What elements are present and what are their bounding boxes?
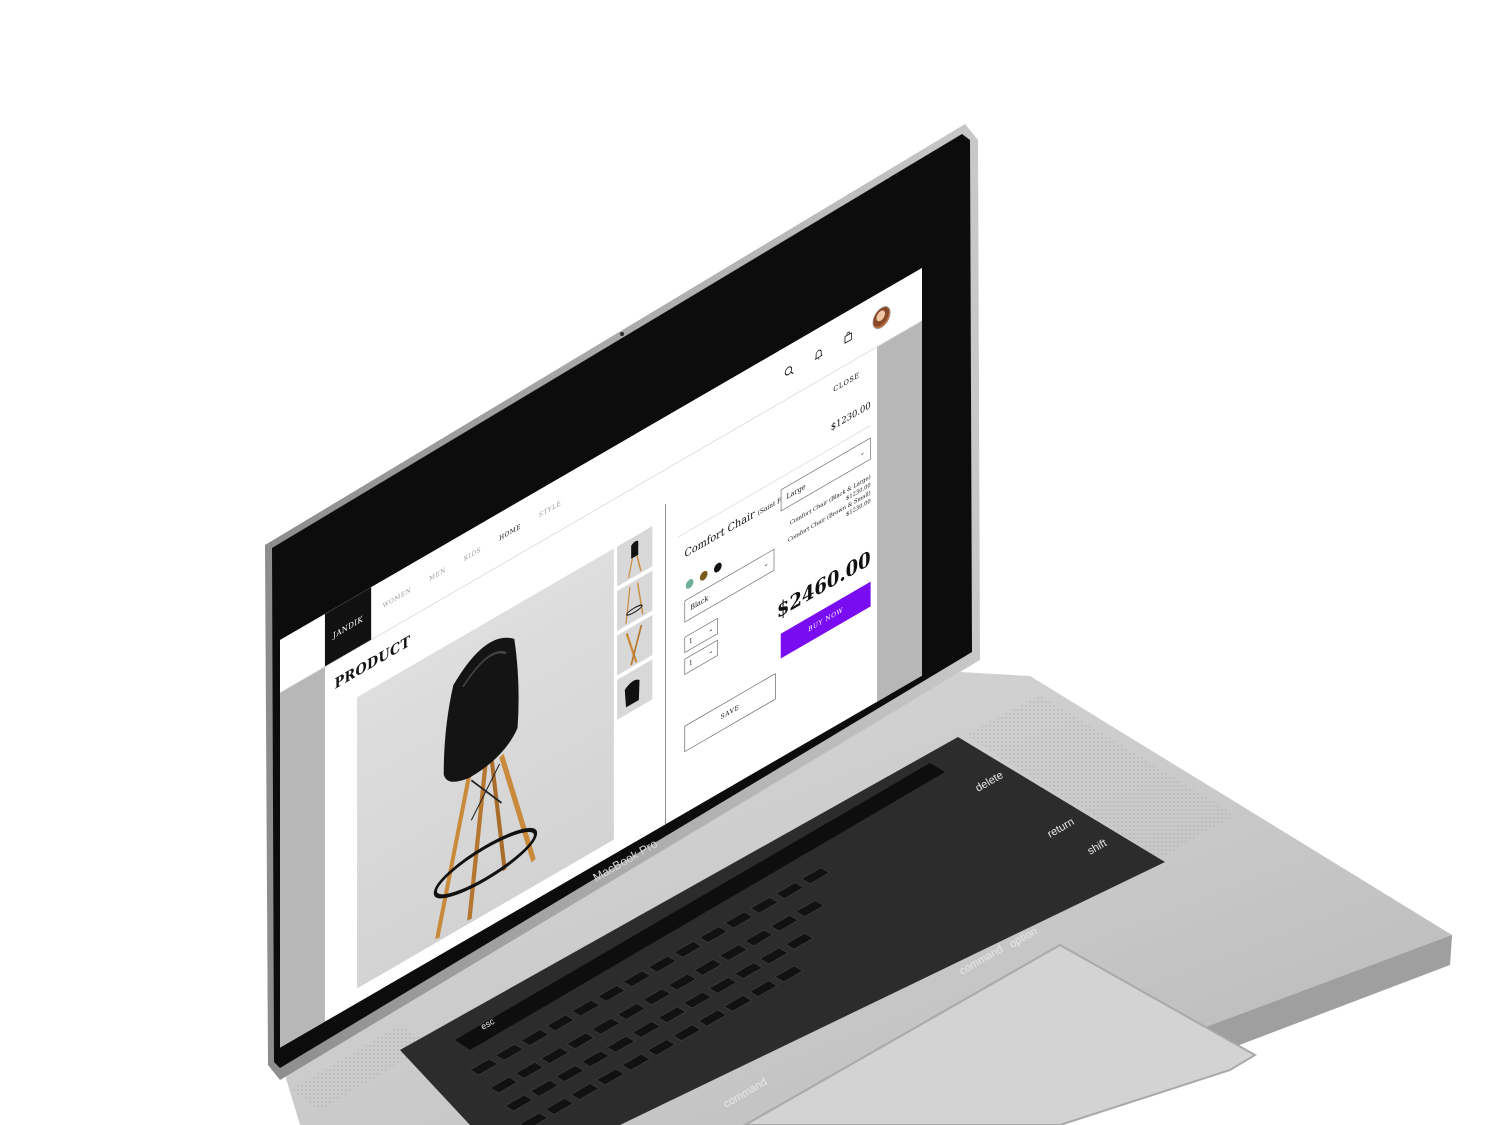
close-link[interactable]: CLOSE <box>833 371 859 394</box>
chevron-down-icon: ⌄ <box>708 646 714 657</box>
quantity-value: 1 <box>688 636 693 647</box>
nav-home[interactable]: HOME <box>499 523 521 543</box>
buy-now-label: BUY NOW <box>808 606 844 634</box>
save-label: SAVE <box>720 703 740 722</box>
column-divider <box>665 503 666 825</box>
nav-women[interactable]: WOMEN <box>383 587 411 611</box>
nav-men[interactable]: MEN <box>429 566 446 583</box>
color-select-value: Black <box>690 593 709 613</box>
avatar[interactable] <box>872 302 891 334</box>
chevron-down-icon: ⌄ <box>860 448 865 459</box>
nav-style[interactable]: STYLE <box>539 500 561 520</box>
save-button[interactable]: SAVE <box>684 673 776 753</box>
chevron-down-icon: ⌄ <box>763 559 769 570</box>
quantity-value: 1 <box>688 658 693 669</box>
product-title: Comfort Chair <box>684 506 755 561</box>
bag-icon[interactable] <box>843 328 853 346</box>
swatch-black[interactable] <box>713 560 722 575</box>
camera <box>620 332 624 336</box>
chevron-down-icon: ⌄ <box>708 624 714 635</box>
search-icon[interactable] <box>784 362 794 380</box>
thumbnail-strip <box>617 526 653 724</box>
nav-kids[interactable]: KIDS <box>464 546 481 563</box>
swatch-brown[interactable] <box>699 569 708 583</box>
bell-icon[interactable] <box>814 345 824 363</box>
swatch-green[interactable] <box>685 577 694 591</box>
size-select-value: Large <box>786 482 806 502</box>
logo-text: JANDIK <box>333 613 363 641</box>
